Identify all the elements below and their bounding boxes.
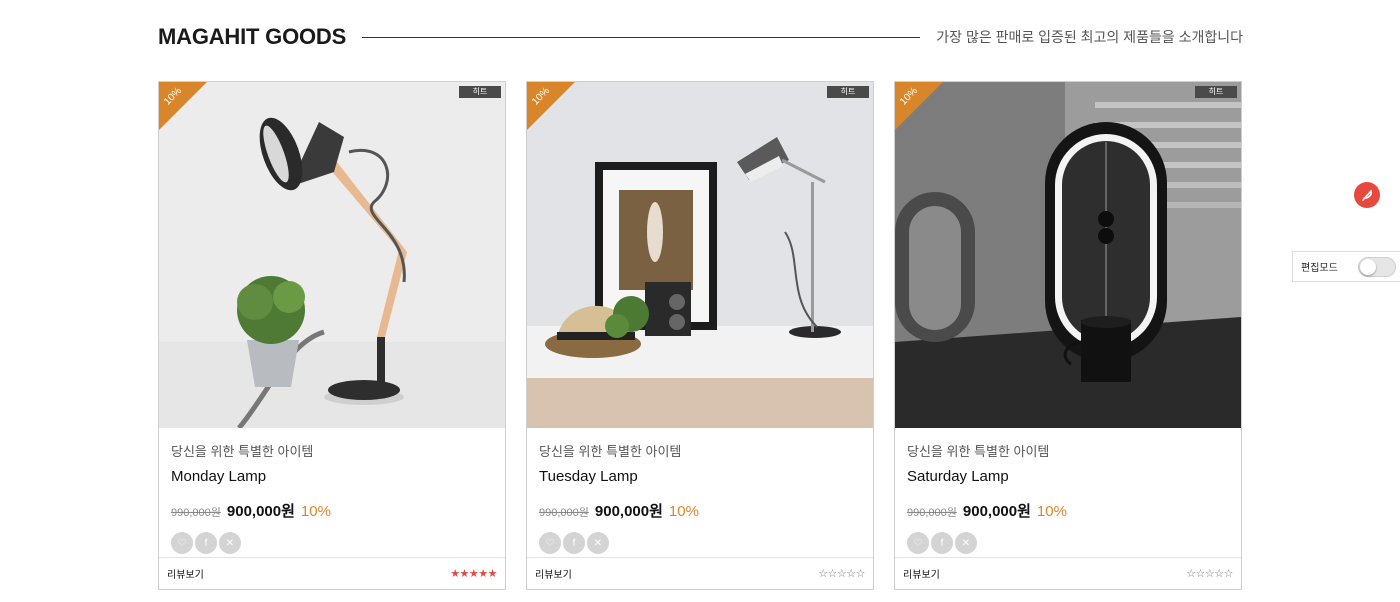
facebook-icon[interactable]: f [195,532,217,554]
heart-icon[interactable]: ♡ [171,532,193,554]
product-card[interactable]: 10% 히트 당신을 위한 특별한 아이템 Monday Lamp 990,00… [158,81,506,590]
review-link[interactable]: 리뷰보기 [535,566,572,581]
product-card[interactable]: 10% 히트 당신을 위한 특별한 아이템 Tuesday Lamp 990,0… [526,81,874,590]
product-name[interactable]: Tuesday Lamp [539,468,861,485]
social-actions: ♡ f ✕ [539,532,861,554]
discount-ribbon [159,82,207,130]
header-divider [362,36,921,38]
original-price: 990,000원 [907,507,957,519]
x-icon[interactable]: ✕ [587,532,609,554]
discount-rate: 10% [668,503,699,520]
x-icon[interactable]: ✕ [219,532,241,554]
product-name[interactable]: Monday Lamp [171,468,493,485]
x-icon[interactable]: ✕ [955,532,977,554]
facebook-icon[interactable]: f [563,532,585,554]
edit-mode-panel: 편집모드 [1292,251,1400,282]
discount-rate: 10% [300,503,331,520]
hit-badge: 히트 [1195,86,1237,98]
product-image[interactable]: 10% 히트 [895,82,1241,428]
product-image[interactable]: 10% 히트 [159,82,505,428]
discount-rate: 10% [1036,503,1067,520]
product-subtitle: 당신을 위한 특별한 아이템 [907,444,1050,459]
product-name[interactable]: Saturday Lamp [907,468,1229,485]
facebook-icon[interactable]: f [931,532,953,554]
heart-icon[interactable]: ♡ [539,532,561,554]
product-card[interactable]: 10% 히트 당신을 위한 특별한 아이템 Saturday Lamp 990,… [894,81,1242,590]
original-price: 990,000원 [171,507,221,519]
rating-stars: ★★★★★ [450,568,497,580]
hit-badge: 히트 [459,86,501,98]
section-title: MAGAHIT GOODS [158,24,347,49]
review-link[interactable]: 리뷰보기 [903,566,940,581]
sale-price: 900,000원 [962,503,1031,520]
sale-price: 900,000원 [594,503,663,520]
product-grid: 10% 히트 당신을 위한 특별한 아이템 Monday Lamp 990,00… [158,81,1243,590]
card-footer: 리뷰보기 ★★★★★ [159,557,505,589]
card-footer: 리뷰보기 ☆☆☆☆☆ [895,557,1241,589]
product-subtitle: 당신을 위한 특별한 아이템 [171,444,314,459]
review-link[interactable]: 리뷰보기 [167,566,204,581]
card-footer: 리뷰보기 ☆☆☆☆☆ [527,557,873,589]
social-actions: ♡ f ✕ [907,532,1229,554]
feather-icon[interactable] [1354,182,1380,208]
edit-mode-label: 편집모드 [1301,263,1338,274]
discount-ribbon [895,82,943,130]
product-image[interactable]: 10% 히트 [527,82,873,428]
sale-price: 900,000원 [226,503,295,520]
edit-mode-toggle[interactable] [1357,256,1396,277]
discount-ribbon [527,82,575,130]
rating-stars: ☆☆☆☆☆ [818,568,865,580]
social-actions: ♡ f ✕ [171,532,493,554]
toggle-knob [1359,258,1376,275]
hit-badge: 히트 [827,86,869,98]
original-price: 990,000원 [539,507,589,519]
rating-stars: ☆☆☆☆☆ [1186,568,1233,580]
heart-icon[interactable]: ♡ [907,532,929,554]
product-subtitle: 당신을 위한 특별한 아이템 [539,444,682,459]
section-header: MAGAHIT GOODS 가장 많은 판매로 입증된 최고의 제품들을 소개합… [158,22,1243,52]
section-tagline: 가장 많은 판매로 입증된 최고의 제품들을 소개합니다 [936,29,1243,45]
